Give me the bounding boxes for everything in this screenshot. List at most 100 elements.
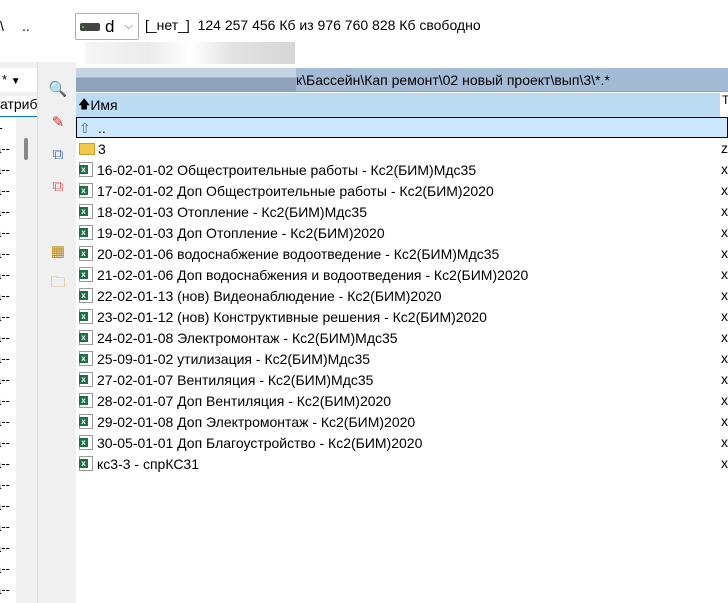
file-name: 22-02-01-13 (нов) Видеонаблюдение - Кс2(…: [97, 287, 442, 304]
edit-file-icon[interactable]: ✎: [48, 113, 68, 133]
filter-star: *: [2, 72, 8, 87]
scrollbar-thumb[interactable]: [24, 138, 28, 160]
copy-icon[interactable]: ⧉: [48, 145, 68, 165]
file-ext: x: [721, 392, 728, 408]
file-row[interactable]: кс3-3 - спрКС31 x: [76, 453, 728, 474]
file-row[interactable]: 17-02-01-02 Доп Общестроительные работы …: [76, 180, 728, 201]
attribute-cell: a--: [0, 414, 10, 429]
attribute-cell: a--: [0, 477, 10, 492]
left-parent-dots[interactable]: ..: [22, 18, 30, 34]
excel-file-icon: [79, 393, 93, 408]
file-ext: x: [721, 413, 728, 429]
file-ext: x: [721, 245, 728, 261]
attribute-cell: a--: [0, 204, 10, 219]
folder-icon: [79, 142, 95, 155]
dropdown-arrow-icon[interactable]: ▼: [11, 76, 21, 87]
attribute-cell: a--: [0, 309, 10, 324]
attribute-cell: a--: [0, 351, 10, 366]
attribute-cell: a--: [0, 162, 10, 177]
pack-icon[interactable]: ▦: [48, 242, 68, 262]
file-row[interactable]: 29-02-01-08 Доп Электромонтаж - Кс2(БИМ)…: [76, 411, 728, 432]
free-space: 124 257 456 Кб из 976 760 828 Кб свободн…: [197, 17, 481, 33]
file-row[interactable]: 25-09-01-02 утилизация - Кс2(БИМ)Мдс35 x: [76, 348, 728, 369]
excel-file-icon: [79, 456, 93, 471]
file-name: 25-09-01-02 утилизация - Кс2(БИМ)Мдс35: [97, 350, 371, 367]
file-name: кс3-3 - спрКС31: [97, 455, 200, 472]
file-name: 16-02-01-02 Общестроительные работы - Кс…: [97, 161, 477, 178]
new-folder-icon[interactable]: 🗀: [48, 273, 68, 293]
excel-file-icon: [79, 183, 93, 198]
move-icon[interactable]: ⧉: [48, 177, 68, 197]
left-scrollbar[interactable]: [16, 117, 37, 603]
drive-letter: d: [105, 16, 115, 36]
drive-selector[interactable]: d ⌵: [75, 13, 139, 40]
blurred-region: [85, 42, 295, 64]
attribute-cell: a--: [0, 330, 10, 345]
file-ext: x: [721, 308, 728, 324]
file-row[interactable]: 3z: [76, 138, 728, 159]
file-name: 19-02-01-03 Доп Отопление - Кс2(БИМ)2020: [97, 224, 385, 241]
file-ext: x: [721, 455, 728, 471]
file-ext: x: [721, 371, 728, 387]
attribute-cell: --: [0, 117, 16, 138]
drive-info: [_нет_] 124 257 456 Кб из 976 760 828 Кб…: [145, 17, 481, 33]
drive-label: [_нет_]: [145, 17, 190, 33]
left-file-list: -- a-- a-- a-- a-- a-- a-- a-- a-- a-- a-- a-- a-- a-…: [0, 117, 16, 603]
sort-arrow-icon: 🡅: [78, 96, 91, 111]
excel-file-icon: [79, 162, 93, 177]
attribute-cell: a--: [0, 288, 10, 303]
excel-file-icon: [79, 246, 93, 261]
file-row[interactable]: 30-05-01-01 Доп Благоустройство - Кс2(БИ…: [76, 432, 728, 453]
attribute-cell: a--: [0, 372, 10, 387]
file-row[interactable]: 16-02-01-02 Общестроительные работы - Кс…: [76, 159, 728, 180]
file-row[interactable]: 20-02-01-06 водоснабжение водоотведение …: [76, 243, 728, 264]
file-row[interactable]: 28-02-01-07 Доп Вентиляция - Кс2(БИМ)202…: [76, 390, 728, 411]
file-row[interactable]: 23-02-01-12 (нов) Конструктивные решения…: [76, 306, 728, 327]
column-header-attributes[interactable]: атрибу: [0, 96, 37, 117]
hard-drive-icon: [80, 22, 100, 31]
excel-file-icon: [79, 372, 93, 387]
parent-dir-icon: ⇧: [79, 119, 91, 136]
file-name: 21-02-01-06 Доп водоснабжения и водоотве…: [97, 266, 529, 283]
left-path-fragment: \: [0, 18, 4, 34]
file-row[interactable]: 22-02-01-13 (нов) Видеонаблюдение - Кс2(…: [76, 285, 728, 306]
file-row[interactable]: 24-02-01-08 Электромонтаж - Кс2(БИМ)Мдс3…: [76, 327, 728, 348]
file-ext: z: [721, 140, 728, 156]
attribute-cell: a--: [0, 519, 10, 534]
excel-file-icon: [79, 330, 93, 345]
excel-file-icon: [79, 414, 93, 429]
blurred-path: [76, 68, 296, 92]
file-name: ..: [98, 119, 106, 136]
file-row[interactable]: 27-02-01-07 Вентиляция - Кс2(БИМ)Мдс35 x: [76, 369, 728, 390]
divider: [37, 62, 38, 603]
excel-file-icon: [79, 267, 93, 282]
file-row[interactable]: 18-02-01-03 Отопление - Кс2(БИМ)Мдс35 x: [76, 201, 728, 222]
file-name: 24-02-01-08 Электромонтаж - Кс2(БИМ)Мдс3…: [97, 329, 398, 346]
column-header-name[interactable]: 🡅 Имя: [76, 93, 720, 117]
file-name: 27-02-01-07 Вентиляция - Кс2(БИМ)Мдс35: [97, 371, 374, 388]
file-row[interactable]: ⇧..: [76, 117, 728, 138]
excel-file-icon: [79, 351, 93, 366]
file-name: 20-02-01-06 водоснабжение водоотведение …: [97, 245, 500, 262]
left-panel-header[interactable]: * ▼: [0, 68, 37, 92]
column-header-ext[interactable]: T: [722, 93, 728, 117]
file-ext: x: [721, 224, 728, 240]
view-file-icon[interactable]: 🔍: [48, 80, 68, 100]
file-row[interactable]: 19-02-01-03 Доп Отопление - Кс2(БИМ)2020…: [76, 222, 728, 243]
attribute-cell: a--: [0, 498, 10, 513]
attribute-cell: a--: [0, 183, 10, 198]
file-ext: x: [721, 161, 728, 177]
file-ext: x: [721, 287, 728, 303]
file-list: ⇧..3z16-02-01-02 Общестроительные работы…: [76, 117, 728, 474]
current-path: к\Бассейн\Кап ремонт\02 новый проект\вып…: [296, 72, 610, 88]
file-name: 30-05-01-01 Доп Благоустройство - Кс2(БИ…: [97, 434, 423, 451]
attribute-cell: a--: [0, 225, 10, 240]
excel-file-icon: [79, 435, 93, 450]
file-name: 17-02-01-02 Доп Общестроительные работы …: [97, 182, 494, 199]
file-row[interactable]: 21-02-01-06 Доп водоснабжения и водоотве…: [76, 264, 728, 285]
excel-file-icon: [79, 204, 93, 219]
file-ext: x: [721, 329, 728, 345]
file-ext: x: [721, 203, 728, 219]
file-ext: x: [721, 266, 728, 282]
chevron-down-icon: ⌵: [124, 20, 133, 32]
